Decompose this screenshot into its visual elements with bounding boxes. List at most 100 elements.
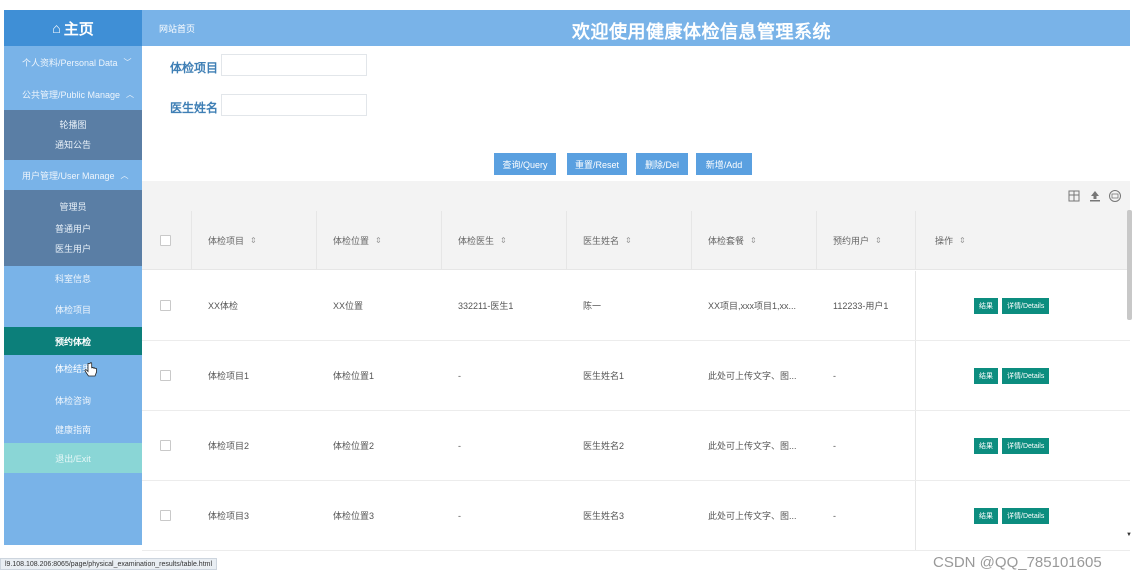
- result-button[interactable]: 结果: [974, 507, 998, 524]
- cell-booking-user: -: [833, 510, 836, 521]
- sidebar-item-label: 预约体检: [54, 336, 91, 347]
- column-divider: [441, 211, 442, 269]
- cell-actions: 结果 详情/Details: [974, 341, 1053, 410]
- cell-exam-doctor: -: [458, 510, 461, 521]
- column-header-label: 体检医生: [458, 235, 495, 246]
- row-checkbox[interactable]: [160, 440, 171, 451]
- cell-exam-package: 此处可上传文字、图...: [708, 511, 797, 521]
- row-checkbox[interactable]: [160, 510, 171, 521]
- cell-actions: 结果 详情/Details: [974, 411, 1053, 480]
- cell-exam-doctor: 332211-医生1: [458, 301, 514, 311]
- result-button[interactable]: 结果: [974, 367, 998, 384]
- exit-label: 退出/Exit: [55, 453, 91, 464]
- row-select-cell: [160, 271, 171, 340]
- menu-group-user[interactable]: 用户管理/User Manage ︿: [4, 160, 142, 190]
- logo[interactable]: ⌂ 主页: [4, 10, 142, 46]
- home-icon: ⌂: [52, 20, 61, 36]
- details-button[interactable]: 详情/Details: [1002, 507, 1050, 524]
- column-divider: [316, 211, 317, 269]
- sort-icon: ⇕: [500, 235, 507, 245]
- watermark: CSDN @QQ_785101605: [933, 554, 1102, 571]
- sidebar-item-exam-project[interactable]: 体检项目: [4, 303, 142, 316]
- table-row[interactable]: XX体检 XX位置 332211-医生1 陈一 XX项目,xxx项目1,xx..…: [142, 271, 1130, 341]
- sidebar-item-appointment[interactable]: 预约体检: [4, 327, 142, 355]
- row-select-cell: [160, 411, 171, 480]
- table-row[interactable]: 体检项目3 体检位置3 - 医生姓名3 此处可上传文字、图... - 结果 详情…: [142, 481, 1130, 551]
- cell-exam-project: 体检项目2: [208, 441, 250, 451]
- column-header-exam-package[interactable]: 体检套餐 ⇕: [708, 211, 757, 269]
- sort-icon: ⇕: [625, 235, 632, 245]
- reset-button[interactable]: 重置/Reset: [567, 153, 627, 175]
- cell-exam-package: 此处可上传文字、图...: [708, 371, 797, 381]
- cell-doctor-name: 陈一: [583, 301, 602, 311]
- exam-project-input[interactable]: [221, 54, 367, 76]
- row-checkbox[interactable]: [160, 370, 171, 381]
- column-divider: [915, 411, 916, 480]
- column-header-exam-doctor[interactable]: 体检医生 ⇕: [458, 211, 507, 269]
- sort-icon: ⇕: [375, 235, 382, 245]
- sidebar-item-exam-result[interactable]: 体检结果: [4, 362, 142, 375]
- cell-exam-project: 体检项目1: [208, 371, 250, 381]
- cell-actions: 结果 详情/Details: [974, 271, 1053, 340]
- column-header-actions[interactable]: 操作 ⇕: [935, 211, 966, 269]
- status-url: l9.108.108.206:8065/page/physical_examin…: [5, 560, 213, 568]
- submenu-item-normal-user[interactable]: 普通用户: [4, 222, 142, 235]
- delete-button[interactable]: 删除/Del: [636, 153, 688, 175]
- row-checkbox[interactable]: [160, 300, 171, 311]
- export-icon[interactable]: [1088, 189, 1102, 203]
- exit-button[interactable]: 退出/Exit: [4, 443, 142, 473]
- select-all-cell: [160, 211, 171, 269]
- cell-exam-doctor: -: [458, 440, 461, 451]
- result-button[interactable]: 结果: [974, 297, 998, 314]
- column-header-label: 体检套餐: [708, 235, 745, 246]
- select-all-checkbox[interactable]: [160, 234, 171, 246]
- result-button[interactable]: 结果: [974, 437, 998, 454]
- browser-status-bar: l9.108.108.206:8065/page/physical_examin…: [0, 558, 218, 570]
- cell-doctor-name: 医生姓名3: [583, 511, 625, 521]
- column-header-booking-user[interactable]: 预约用户 ⇕: [833, 211, 882, 269]
- submenu-item-admin[interactable]: 管理员: [4, 200, 142, 213]
- submenu-item-carousel[interactable]: 轮播图: [4, 118, 142, 131]
- cell-exam-location: 体检位置2: [333, 441, 375, 451]
- row-select-cell: [160, 341, 171, 410]
- breadcrumb[interactable]: 网站首页: [159, 22, 195, 35]
- column-header-label: 体检位置: [333, 235, 370, 246]
- column-header-exam-project[interactable]: 体检项目 ⇕: [208, 211, 257, 269]
- scrollbar-thumb[interactable]: [1127, 210, 1132, 320]
- sidebar: ⌂ 主页 个人资料/Personal Data ﹀ 公共管理/Public Ma…: [4, 10, 142, 545]
- top-header: 网站首页 欢迎使用健康体检信息管理系统: [142, 10, 1130, 46]
- column-header-doctor-name[interactable]: 医生姓名 ⇕: [583, 211, 632, 269]
- sidebar-item-health-guide[interactable]: 健康指南: [4, 423, 142, 436]
- cell-exam-location: XX位置: [333, 301, 364, 311]
- column-divider: [915, 211, 916, 269]
- print-icon[interactable]: [1108, 189, 1122, 203]
- column-header-exam-location[interactable]: 体检位置 ⇕: [333, 211, 382, 269]
- column-divider: [915, 271, 916, 340]
- details-button[interactable]: 详情/Details: [1002, 437, 1050, 454]
- details-button[interactable]: 详情/Details: [1002, 297, 1050, 314]
- sidebar-item-department[interactable]: 科室信息: [4, 272, 142, 285]
- add-button[interactable]: 新增/Add: [696, 153, 752, 175]
- columns-icon[interactable]: [1067, 189, 1081, 203]
- cell-doctor-name: 医生姓名2: [583, 441, 625, 451]
- submenu-item-doctor-user[interactable]: 医生用户: [4, 242, 142, 255]
- table-row[interactable]: 体检项目1 体检位置1 - 医生姓名1 此处可上传文字、图... - 结果 详情…: [142, 341, 1130, 411]
- menu-group-public[interactable]: 公共管理/Public Manage ︿: [4, 78, 142, 110]
- table-row[interactable]: 体检项目2 体检位置2 - 医生姓名2 此处可上传文字、图... - 结果 详情…: [142, 411, 1130, 481]
- scroll-down-icon[interactable]: ▼: [1126, 532, 1132, 538]
- logo-label: 主页: [63, 20, 94, 38]
- column-divider: [191, 211, 192, 269]
- query-button[interactable]: 查询/Query: [494, 153, 556, 175]
- sidebar-item-consultation[interactable]: 体检咨询: [4, 394, 142, 407]
- chevron-up-icon: ︿: [126, 89, 135, 99]
- details-button[interactable]: 详情/Details: [1002, 367, 1050, 384]
- menu-group-personal[interactable]: 个人资料/Personal Data ﹀: [4, 46, 142, 78]
- submenu-item-notice[interactable]: 通知公告: [4, 138, 142, 151]
- cell-doctor-name: 医生姓名1: [583, 371, 625, 381]
- column-header-label: 预约用户: [833, 235, 870, 246]
- cell-exam-doctor: -: [458, 370, 461, 381]
- submenu-user: 管理员 普通用户 医生用户: [4, 190, 142, 266]
- page-title: 欢迎使用健康体检信息管理系统: [572, 22, 831, 42]
- doctor-name-input[interactable]: [221, 94, 367, 116]
- cell-booking-user: -: [833, 370, 836, 381]
